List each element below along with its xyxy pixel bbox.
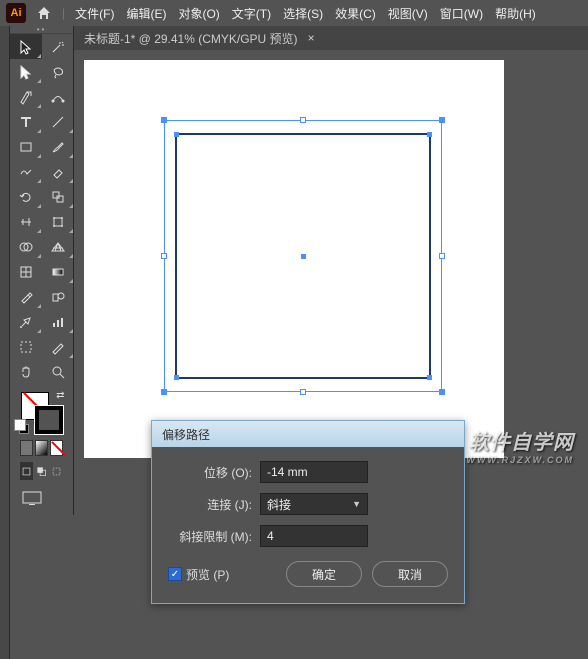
document-tab[interactable]: 未标题-1* @ 29.41% (CMYK/GPU 预览) × bbox=[74, 26, 588, 50]
magic-wand-tool[interactable] bbox=[42, 34, 74, 59]
selection-tool[interactable] bbox=[10, 34, 42, 59]
color-mode-gradient[interactable] bbox=[35, 440, 48, 456]
paintbrush-tool[interactable] bbox=[42, 134, 74, 159]
cancel-button[interactable]: 取消 bbox=[372, 561, 448, 587]
slice-tool[interactable] bbox=[42, 334, 74, 359]
shape-builder-tool[interactable] bbox=[10, 234, 42, 259]
swap-fill-stroke-icon[interactable]: ⇄ bbox=[56, 390, 64, 401]
miter-limit-label: 斜接限制 (M): bbox=[168, 528, 260, 545]
free-transform-tool[interactable] bbox=[42, 209, 74, 234]
menu-separator: | bbox=[62, 6, 65, 20]
blend-tool[interactable] bbox=[42, 284, 74, 309]
join-select[interactable]: 斜接 ▼ bbox=[260, 493, 368, 515]
anchor-point[interactable] bbox=[174, 132, 179, 137]
color-mode-none[interactable] bbox=[50, 440, 63, 456]
color-swatch-area: ⇄ bbox=[10, 384, 73, 515]
toolbox-grip[interactable]: •• bbox=[10, 26, 73, 34]
menu-file[interactable]: 文件(F) bbox=[69, 5, 120, 22]
anchor-point[interactable] bbox=[427, 132, 432, 137]
close-icon[interactable]: × bbox=[308, 31, 315, 45]
symbol-sprayer-tool[interactable] bbox=[10, 309, 42, 334]
menu-view[interactable]: 视图(V) bbox=[382, 5, 434, 22]
preview-checkbox-wrap[interactable]: ✓ 预览 (P) bbox=[168, 566, 229, 583]
draw-normal-icon[interactable] bbox=[20, 462, 33, 480]
selection-handle[interactable] bbox=[300, 389, 306, 395]
draw-inside-icon[interactable] bbox=[50, 462, 63, 480]
toolbox: •• ⇄ bbox=[10, 26, 74, 515]
miter-limit-input[interactable] bbox=[260, 525, 368, 547]
selection-handle[interactable] bbox=[161, 253, 167, 259]
eraser-tool[interactable] bbox=[42, 159, 74, 184]
center-point bbox=[301, 254, 306, 259]
type-tool[interactable] bbox=[10, 109, 42, 134]
draw-behind-icon[interactable] bbox=[35, 462, 48, 480]
line-tool[interactable] bbox=[42, 109, 74, 134]
scale-tool[interactable] bbox=[42, 184, 74, 209]
preview-checkbox[interactable]: ✓ bbox=[168, 567, 182, 581]
lasso-tool[interactable] bbox=[42, 59, 74, 84]
rectangle-tool[interactable] bbox=[10, 134, 42, 159]
selection-handle[interactable] bbox=[439, 253, 445, 259]
left-dock-strip bbox=[0, 26, 10, 659]
gradient-tool[interactable] bbox=[42, 259, 74, 284]
menu-object[interactable]: 对象(O) bbox=[172, 5, 225, 22]
offset-input[interactable] bbox=[260, 461, 368, 483]
anchor-point[interactable] bbox=[174, 375, 179, 380]
stroke-swatch[interactable] bbox=[35, 406, 63, 434]
dialog-title-bar[interactable]: 偏移路径 bbox=[152, 421, 464, 447]
join-label: 连接 (J): bbox=[168, 496, 260, 513]
anchor-point[interactable] bbox=[439, 118, 444, 123]
menu-type[interactable]: 文字(T) bbox=[226, 5, 277, 22]
home-icon[interactable] bbox=[36, 5, 52, 21]
artboard bbox=[84, 60, 504, 458]
column-graph-tool[interactable] bbox=[42, 309, 74, 334]
anchor-point[interactable] bbox=[162, 118, 167, 123]
anchor-point[interactable] bbox=[427, 375, 432, 380]
default-fill-stroke-icon[interactable] bbox=[19, 424, 29, 434]
offset-label: 位移 (O): bbox=[168, 464, 260, 481]
direct-selection-tool[interactable] bbox=[10, 59, 42, 84]
app-icon: Ai bbox=[6, 3, 26, 23]
fill-stroke-swatch[interactable]: ⇄ bbox=[21, 392, 63, 434]
pen-tool[interactable] bbox=[10, 84, 42, 109]
perspective-grid-tool[interactable] bbox=[42, 234, 74, 259]
join-select-value: 斜接 bbox=[267, 496, 291, 513]
offset-path-dialog: 偏移路径 位移 (O): 连接 (J): 斜接 ▼ 斜接限制 (M): ✓ 预览… bbox=[151, 420, 465, 604]
screen-mode-icon[interactable] bbox=[14, 484, 69, 515]
anchor-point[interactable] bbox=[439, 389, 444, 394]
shaper-tool[interactable] bbox=[10, 159, 42, 184]
anchor-point[interactable] bbox=[162, 389, 167, 394]
selection-handle[interactable] bbox=[300, 117, 306, 123]
curvature-tool[interactable] bbox=[42, 84, 74, 109]
menu-effect[interactable]: 效果(C) bbox=[329, 5, 382, 22]
dialog-title: 偏移路径 bbox=[162, 426, 210, 443]
preview-label: 预览 (P) bbox=[186, 566, 229, 583]
menu-edit[interactable]: 编辑(E) bbox=[120, 5, 172, 22]
menu-window[interactable]: 窗口(W) bbox=[434, 5, 489, 22]
menu-select[interactable]: 选择(S) bbox=[277, 5, 329, 22]
ok-button[interactable]: 确定 bbox=[286, 561, 362, 587]
mesh-tool[interactable] bbox=[10, 259, 42, 284]
width-tool[interactable] bbox=[10, 209, 42, 234]
artboard-tool[interactable] bbox=[10, 334, 42, 359]
menu-help[interactable]: 帮助(H) bbox=[489, 5, 542, 22]
hand-tool[interactable] bbox=[10, 359, 42, 384]
menu-bar: Ai | 文件(F) 编辑(E) 对象(O) 文字(T) 选择(S) 效果(C)… bbox=[0, 0, 588, 26]
document-tab-title: 未标题-1* @ 29.41% (CMYK/GPU 预览) bbox=[84, 30, 298, 47]
rotate-tool[interactable] bbox=[10, 184, 42, 209]
eyedropper-tool[interactable] bbox=[10, 284, 42, 309]
color-mode-solid[interactable] bbox=[20, 440, 33, 456]
zoom-tool[interactable] bbox=[42, 359, 74, 384]
chevron-down-icon: ▼ bbox=[352, 499, 361, 509]
